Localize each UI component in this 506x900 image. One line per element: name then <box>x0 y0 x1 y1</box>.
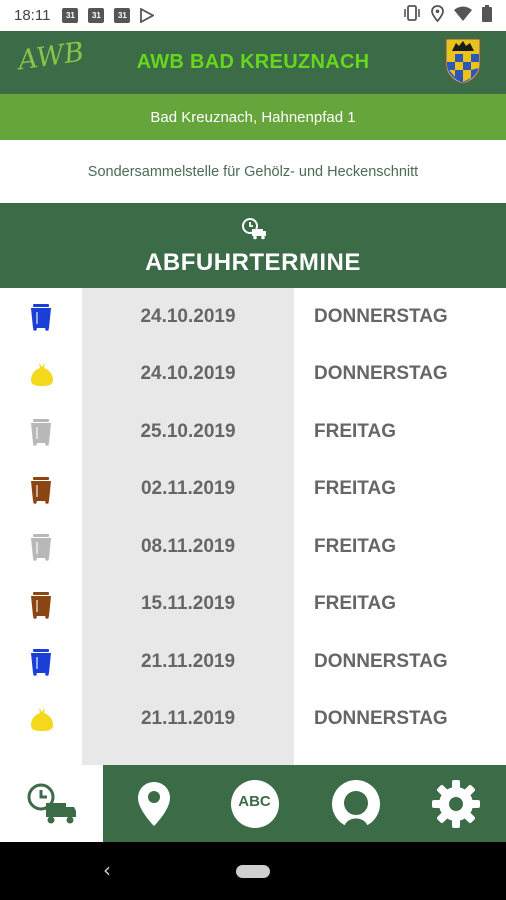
nav-settings[interactable] <box>406 765 506 842</box>
grey-bin-icon <box>30 533 52 561</box>
pickup-weekday: DONNERSTAG <box>314 650 448 672</box>
profile-icon <box>331 779 380 829</box>
calendar-icon: 31 <box>62 8 79 23</box>
grey-bin-icon <box>30 418 52 446</box>
address-label: Bad Kreuznach, Hahnenpfad 1 <box>150 108 356 126</box>
calendar-icon: 31 <box>114 8 131 23</box>
pickup-date: 08.11.2019 <box>140 535 236 557</box>
pickup-date: 25.10.2019 <box>140 420 236 442</box>
yellow-bag-icon <box>30 706 53 734</box>
collection-point-subtitle: Sondersammelstelle für Gehölz- und Hecke… <box>0 140 506 203</box>
app-header: AWB AWB BAD KREUZNACH <box>0 31 506 94</box>
pickup-weekday: FREITAG <box>314 420 396 442</box>
clock-truck-icon <box>27 783 76 823</box>
table-row[interactable]: 08.11.2019 FREITAG <box>0 518 506 576</box>
pickup-date: 02.11.2019 <box>140 478 236 500</box>
pickup-weekday: FREITAG <box>314 593 396 615</box>
table-row[interactable]: 25.10.2019 FREITAG <box>0 403 506 461</box>
status-bar: 18:11 31 31 31 <box>0 0 506 31</box>
pickup-weekday: DONNERSTAG <box>314 708 448 730</box>
bottom-navigation: ABC <box>0 765 506 842</box>
location-pin-icon <box>137 781 170 826</box>
blue-bin-icon <box>30 648 52 676</box>
pickup-date: 15.11.2019 <box>140 593 236 615</box>
pickup-date: 24.10.2019 <box>140 363 236 385</box>
vibrate-icon <box>403 5 421 26</box>
nav-schedule[interactable] <box>0 765 103 842</box>
table-row[interactable]: 24.10.2019 DONNERSTAG <box>0 346 506 404</box>
table-row[interactable]: 21.11.2019 DONNERSTAG <box>0 691 506 749</box>
home-pill[interactable] <box>236 865 270 878</box>
status-time: 18:11 <box>14 7 51 24</box>
wifi-icon <box>454 6 472 26</box>
yellow-bag-icon <box>30 361 53 389</box>
subtitle-text: Sondersammelstelle für Gehölz- und Hecke… <box>87 163 419 180</box>
address-bar[interactable]: Bad Kreuznach, Hahnenpfad 1 <box>0 94 506 140</box>
battery-icon <box>482 4 492 27</box>
abc-label: ABC <box>238 793 271 810</box>
nav-abc[interactable]: ABC <box>204 765 305 842</box>
section-banner: ABFUHRTERMINE <box>0 203 506 288</box>
location-icon <box>431 4 444 27</box>
pickup-date: 21.11.2019 <box>140 708 236 730</box>
back-icon[interactable]: ‹ <box>103 858 111 882</box>
pickup-date: 24.10.2019 <box>140 305 236 327</box>
table-row[interactable]: 21.11.2019 DONNERSTAG <box>0 633 506 691</box>
nav-profile[interactable] <box>305 765 406 842</box>
pickup-weekday: FREITAG <box>314 535 396 557</box>
clock-truck-icon <box>242 218 266 240</box>
table-row[interactable]: 15.11.2019 FREITAG <box>0 576 506 634</box>
table-row[interactable]: 02.11.2019 FREITAG <box>0 461 506 519</box>
pickup-weekday: DONNERSTAG <box>314 363 448 385</box>
table-row[interactable]: 24.10.2019 DONNERSTAG <box>0 288 506 346</box>
brown-bin-icon <box>30 591 52 619</box>
brown-bin-icon <box>30 476 52 504</box>
system-navigation-bar: ‹ <box>0 842 506 900</box>
calendar-icon: 31 <box>88 8 105 23</box>
play-store-icon <box>140 8 155 23</box>
pickup-schedule-list[interactable]: 24.10.2019 DONNERSTAG 24.10.2019 DONNERSTAG… <box>0 288 506 765</box>
pickup-weekday: DONNERSTAG <box>314 305 448 327</box>
coat-of-arms-icon <box>445 38 481 85</box>
section-title: ABFUHRTERMINE <box>145 249 361 276</box>
nav-location[interactable] <box>103 765 204 842</box>
pickup-date: 21.11.2019 <box>140 650 236 672</box>
pickup-weekday: FREITAG <box>314 478 396 500</box>
blue-bin-icon <box>30 303 52 331</box>
gear-icon <box>432 779 480 828</box>
app-title: AWB BAD KREUZNACH <box>136 51 370 73</box>
